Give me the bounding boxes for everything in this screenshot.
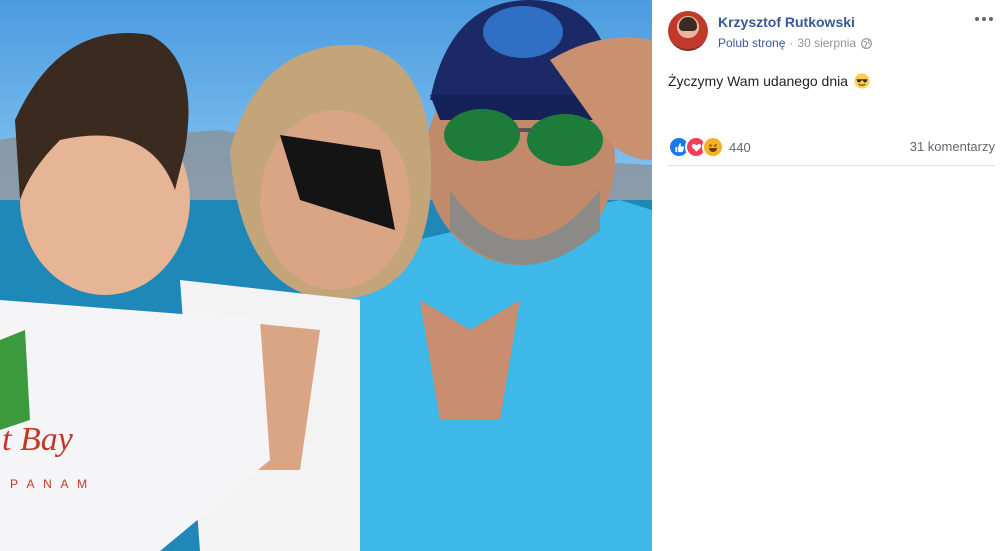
post-photo-illustration: t Bay P A N A M: [0, 0, 652, 551]
post-date[interactable]: 30 sierpnia: [797, 36, 856, 50]
reaction-count: 440: [729, 139, 751, 155]
like-page-link[interactable]: Polub stronę: [718, 36, 785, 50]
reactions-summary[interactable]: 440: [668, 136, 751, 158]
svg-text:t Bay: t Bay: [2, 421, 74, 458]
author-name[interactable]: Krzysztof Rutkowski: [718, 14, 855, 30]
sunglasses-emoji-icon: [854, 73, 870, 89]
meta-separator: ·: [789, 36, 794, 50]
author-avatar[interactable]: [668, 11, 708, 51]
post-text: Życzymy Wam udanego dnia: [668, 73, 870, 89]
globe-icon[interactable]: [861, 37, 873, 49]
more-options-icon[interactable]: [975, 14, 993, 24]
post-photo[interactable]: t Bay P A N A M: [0, 0, 652, 551]
actions-divider: [668, 165, 995, 166]
post-meta: Polub stronę · 30 sierpnia: [718, 36, 873, 50]
comments-count-link[interactable]: 31 komentarzy: [910, 139, 995, 154]
post-text-content: Życzymy Wam udanego dnia: [668, 73, 848, 89]
haha-reaction-icon: [702, 136, 724, 158]
svg-text:P A N A M: P A N A M: [10, 477, 90, 491]
post-sidebar: Krzysztof Rutkowski Polub stronę · 30 si…: [652, 0, 1007, 551]
